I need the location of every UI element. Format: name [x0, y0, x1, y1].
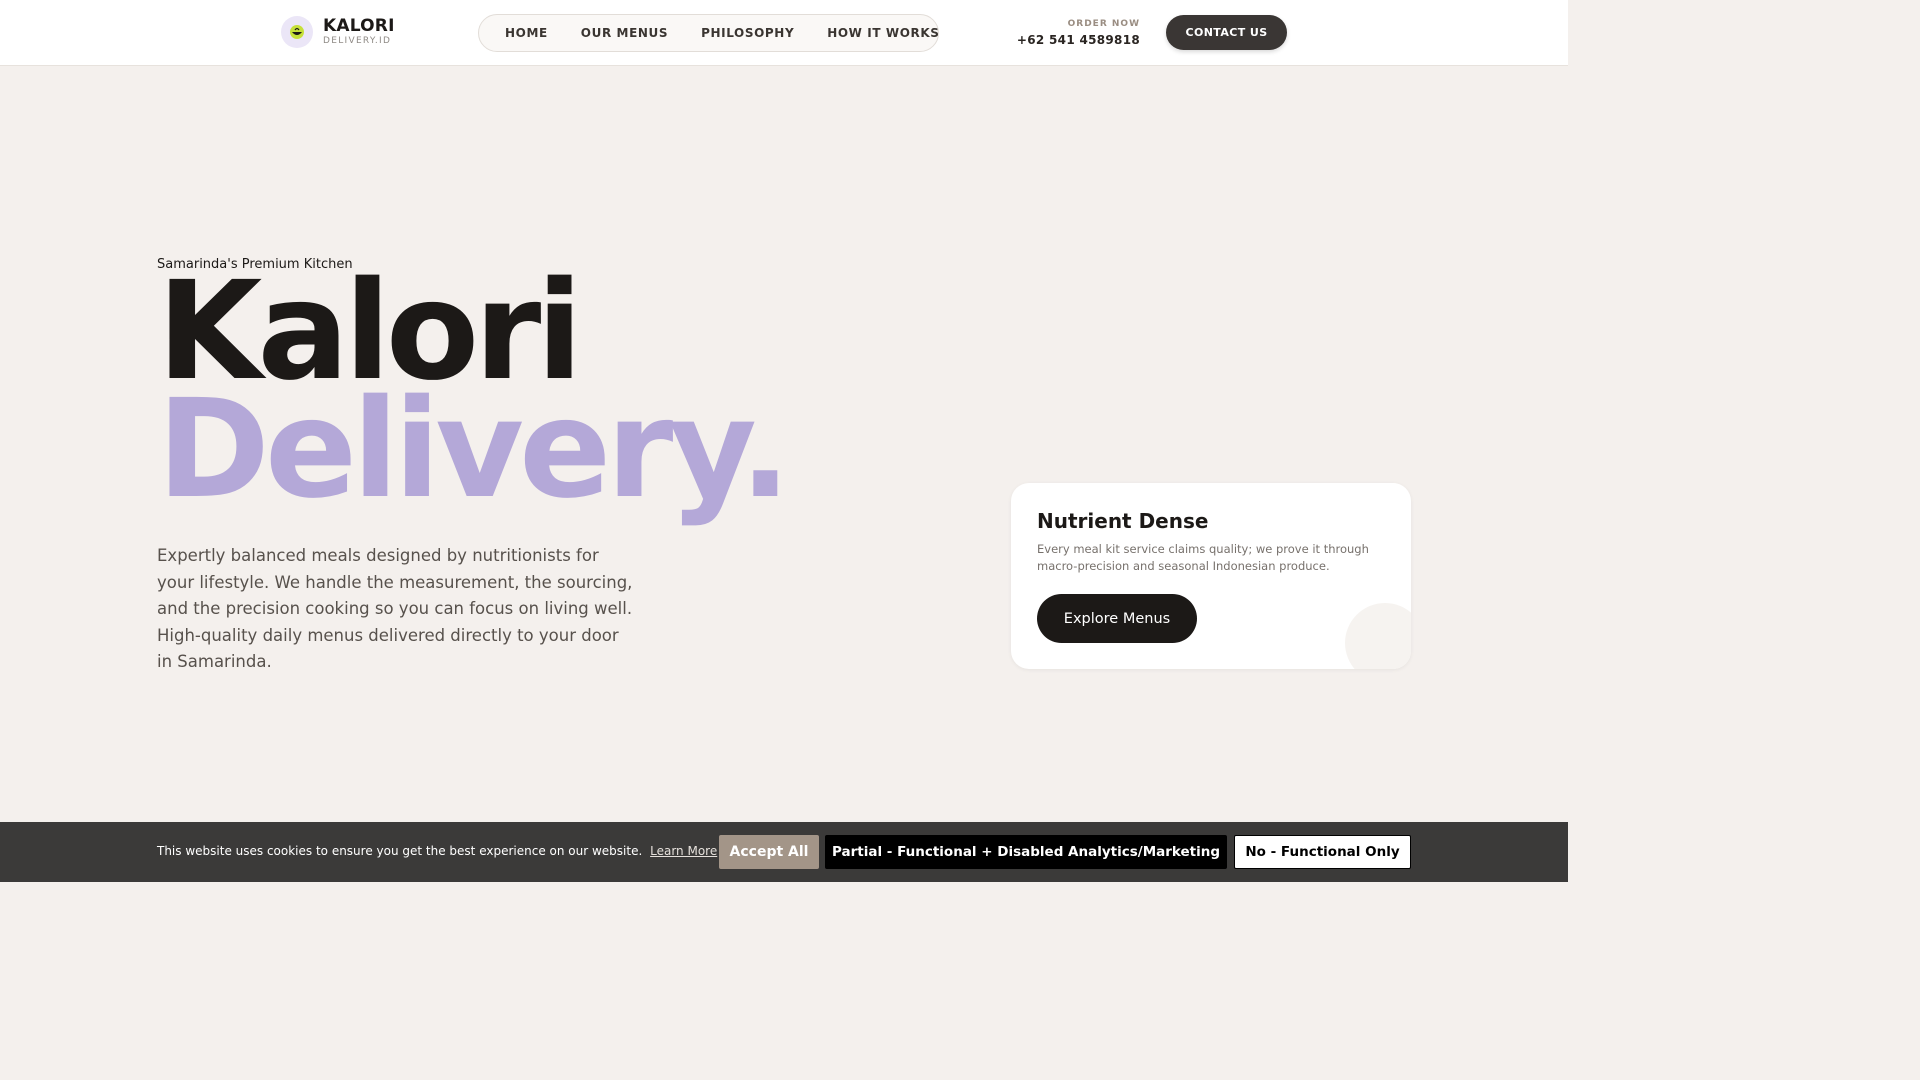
cookie-message: This website uses cookies to ensure you …: [157, 844, 643, 858]
logo-title: KALORI: [323, 16, 395, 36]
order-now-label: ORDER NOW: [1067, 19, 1140, 29]
logo-subtitle: DELIVERY.ID: [323, 36, 392, 46]
card-text: Every meal kit service claims quality; w…: [1037, 542, 1369, 573]
hero-title-line2: Delivery.: [157, 371, 791, 529]
leaf-bowl-icon: [290, 25, 304, 39]
card-title: Nutrient Dense: [1037, 509, 1209, 533]
contact-us-button[interactable]: CONTACT US: [1166, 15, 1287, 50]
main-nav: HOME OUR MENUS PHILOSOPHY HOW IT WORKS: [478, 14, 939, 52]
nav-how-it-works[interactable]: HOW IT WORKS: [827, 26, 939, 40]
cookie-banner: This website uses cookies to ensure you …: [0, 822, 1568, 882]
logo[interactable]: KALORI DELIVERY.ID: [281, 16, 395, 48]
order-phone[interactable]: +62 541 4589818: [1017, 32, 1140, 48]
nav-home[interactable]: HOME: [505, 26, 548, 40]
order-now[interactable]: ORDER NOW +62 541 4589818: [1017, 19, 1140, 48]
nav-philosophy[interactable]: PHILOSOPHY: [701, 26, 794, 40]
learn-more-link[interactable]: Learn More: [650, 844, 717, 858]
card-decoration: [1345, 603, 1411, 669]
logo-badge: [281, 16, 313, 48]
site-header: KALORI DELIVERY.ID HOME OUR MENUS PHILOS…: [0, 0, 1568, 66]
hero-description: Expertly balanced meals designed by nutr…: [157, 546, 633, 672]
explore-menus-button[interactable]: Explore Menus: [1037, 594, 1197, 643]
cookie-text-wrap: This website uses cookies to ensure you …: [157, 844, 717, 858]
accept-all-button[interactable]: Accept All: [719, 835, 819, 869]
nav-our-menus[interactable]: OUR MENUS: [581, 26, 668, 40]
partial-consent-button[interactable]: Partial - Functional + Disabled Analytic…: [825, 835, 1227, 869]
functional-only-button[interactable]: No - Functional Only: [1234, 835, 1411, 869]
nutrient-card: Nutrient Dense Every meal kit service cl…: [1011, 483, 1411, 669]
logo-text: KALORI DELIVERY.ID: [323, 17, 395, 47]
